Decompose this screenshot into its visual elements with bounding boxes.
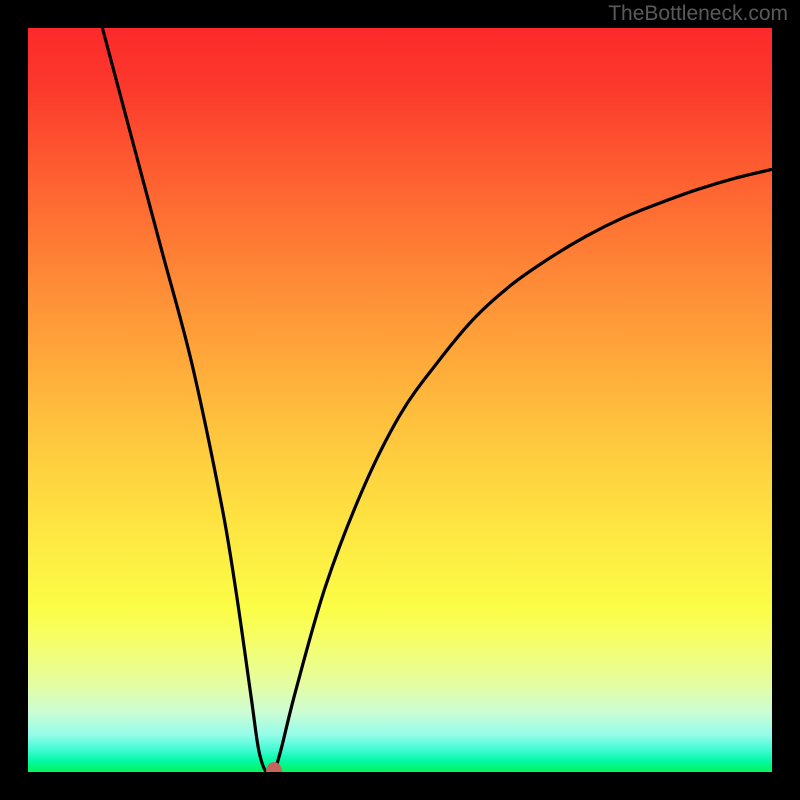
attribution-text: TheBottleneck.com (608, 2, 788, 26)
curve-svg (28, 28, 772, 772)
plot-area (28, 28, 772, 772)
bottleneck-curve (102, 28, 772, 772)
